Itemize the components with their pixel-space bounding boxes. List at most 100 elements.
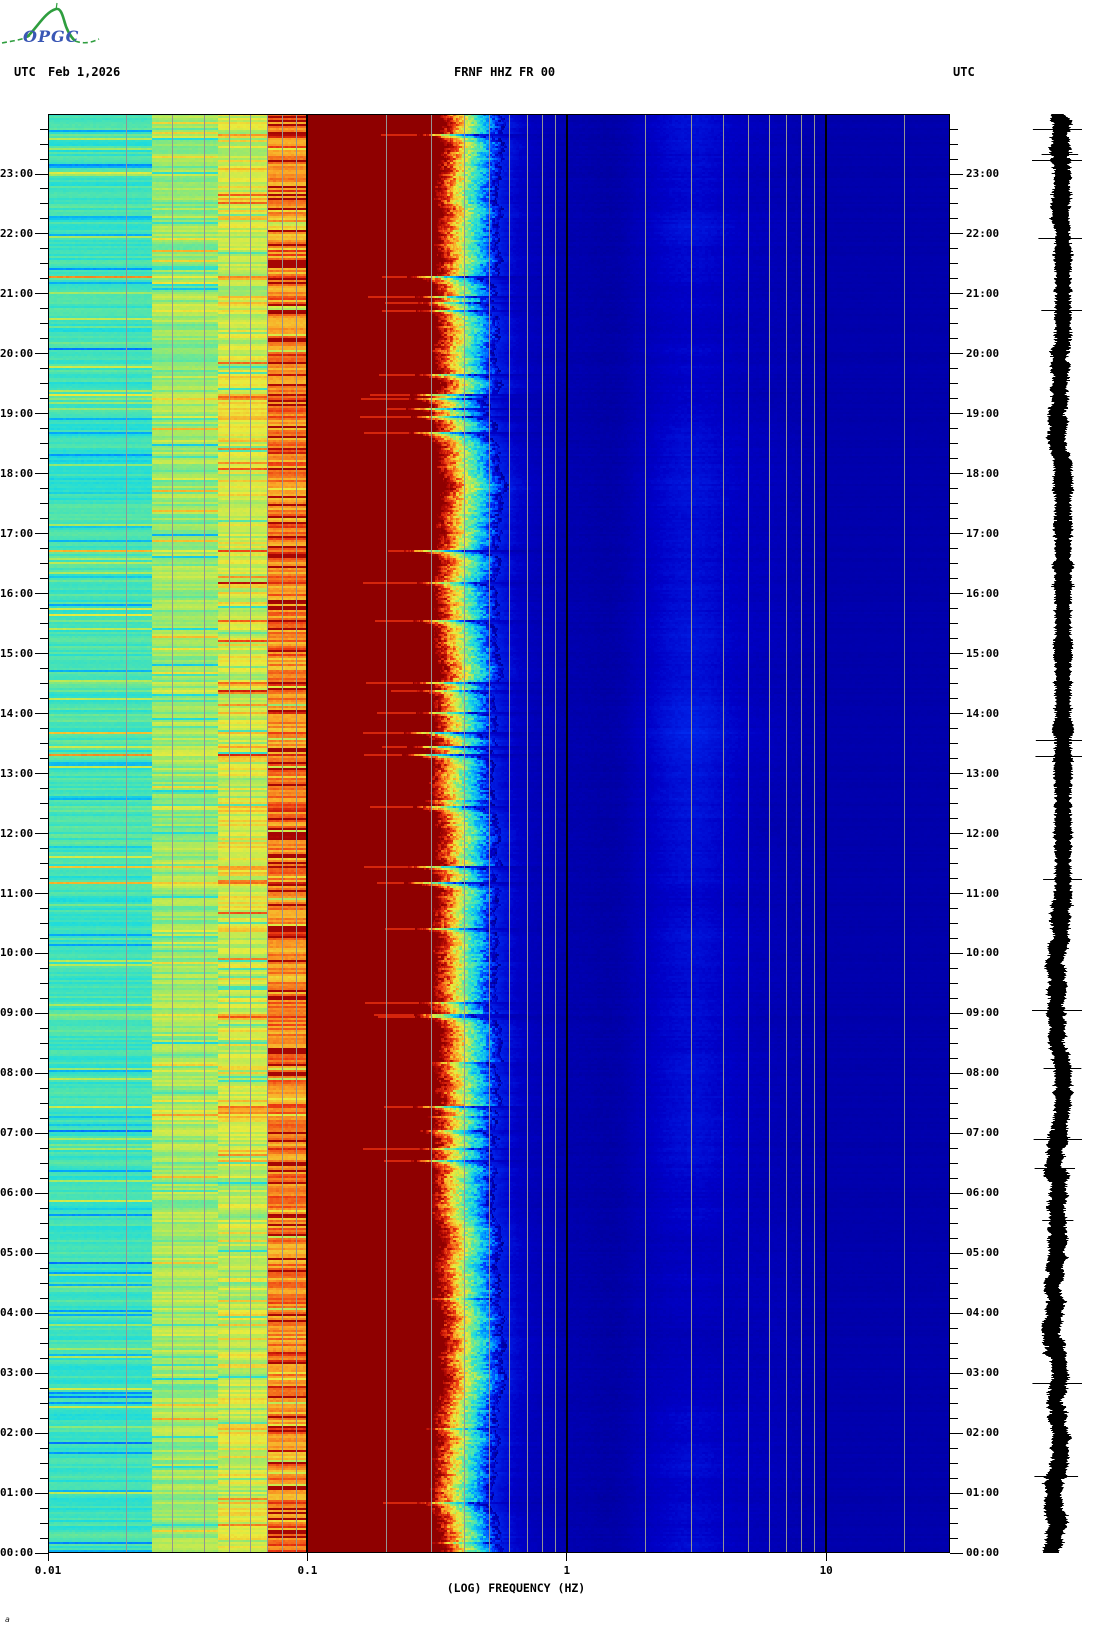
y-hour-tick-left [35,173,48,175]
y-hour-label-left: 11:00 [0,886,34,900]
y-minor-tick-left [40,578,48,580]
y-minor-tick-right [950,1087,958,1089]
y-minor-tick-left [40,967,48,969]
y-minor-tick-right [950,758,958,760]
y-hour-label-left: 19:00 [0,406,34,420]
y-hour-tick-right [950,593,963,595]
y-minor-tick-left [40,1042,48,1044]
y-hour-label-right: 13:00 [966,766,1000,780]
y-hour-label-right: 15:00 [966,646,1000,660]
y-minor-tick-left [40,1447,48,1449]
y-minor-tick-left [40,143,48,145]
y-minor-tick-right [950,218,958,220]
y-hour-tick-right [950,833,963,834]
opgc-logo: OPGC [1,2,100,46]
y-minor-tick-left [40,1222,48,1224]
y-hour-label-right: 04:00 [966,1306,1000,1320]
y-minor-tick-left [40,398,48,400]
y-hour-label-left: 13:00 [0,766,34,780]
y-minor-tick-right [950,878,958,879]
y-hour-label-right: 12:00 [966,826,1000,840]
y-minor-tick-right [950,698,958,700]
y-minor-tick-right [950,1522,958,1524]
y-hour-label-left: 17:00 [0,526,34,540]
y-minor-tick-left [40,1522,48,1524]
x-decade-tick [306,1553,308,1561]
y-hour-label-right: 08:00 [966,1066,1000,1080]
x-tick-label: 0.1 [297,1564,318,1577]
x-decade-tick [566,1553,568,1561]
y-minor-tick-right [950,203,958,205]
y-minor-tick-left [40,982,48,984]
y-hour-tick-left [35,353,48,355]
y-minor-tick-right [950,967,958,969]
y-hour-label-right: 18:00 [966,466,1000,480]
utc-left-label: UTC [14,65,36,79]
y-minor-tick-left [40,1147,48,1149]
y-minor-tick-left [40,698,48,700]
y-hour-tick-left [35,1192,48,1194]
y-hour-tick-right [950,713,963,715]
y-hour-label-right: 21:00 [966,286,1000,300]
y-hour-label-left: 07:00 [0,1126,34,1140]
y-hour-tick-left [35,413,48,415]
y-minor-tick-left [40,323,48,325]
y-hour-label-right: 23:00 [966,167,1000,180]
y-minor-tick-right [950,1102,958,1104]
y-minor-tick-right [950,398,958,400]
y-minor-tick-left [40,1357,48,1359]
y-minor-tick-right [950,1342,958,1344]
y-hour-tick-left [35,1252,48,1254]
y-minor-tick-right [950,143,958,145]
y-hour-tick-right [950,1252,963,1254]
y-minor-tick-left [40,818,48,819]
y-minor-tick-right [950,1357,958,1359]
y-minor-tick-right [950,848,958,849]
y-hour-tick-left [35,833,48,834]
y-hour-tick-right [950,1312,963,1314]
y-hour-label-left: 14:00 [0,706,34,720]
y-minor-tick-right [950,743,958,745]
y-hour-tick-left [35,653,48,655]
y-hour-label-right: 03:00 [966,1366,1000,1380]
y-hour-tick-left [35,533,48,535]
y-hour-tick-right [950,1492,963,1494]
y-minor-tick-right [950,922,958,924]
y-minor-tick-left [40,248,48,250]
y-minor-tick-right [950,683,958,685]
y-minor-tick-left [40,428,48,430]
y-minor-tick-left [40,503,48,505]
y-hour-tick-right [950,1372,963,1374]
y-minor-tick-left [40,848,48,849]
y-minor-tick-left [40,1237,48,1239]
y-minor-tick-right [950,428,958,430]
y-hour-tick-right [950,1132,963,1134]
y-hour-label-right: 17:00 [966,526,1000,540]
y-hour-tick-right [950,1192,963,1194]
y-minor-tick-left [40,1402,48,1404]
y-minor-tick-right [950,578,958,580]
y-hour-label-left: 04:00 [0,1306,34,1320]
y-minor-tick-right [950,818,958,819]
y-hour-tick-right [950,1432,963,1434]
y-minor-tick-right [950,982,958,984]
y-hour-label-right: 19:00 [966,406,1000,420]
y-minor-tick-right [950,788,958,789]
y-minor-tick-left [40,383,48,385]
y-hour-label-left: 01:00 [0,1486,34,1499]
y-minor-tick-left [40,758,48,760]
y-hour-tick-left [35,1012,48,1014]
y-minor-tick-left [40,1462,48,1464]
y-minor-tick-left [40,263,48,265]
y-hour-tick-left [35,1312,48,1314]
y-minor-tick-right [950,158,958,160]
y-minor-tick-right [950,1267,958,1269]
y-hour-tick-left [35,1132,48,1134]
y-minor-tick-left [40,668,48,670]
y-minor-tick-right [950,623,958,625]
y-hour-tick-left [35,1432,48,1434]
y-minor-tick-right [950,1207,958,1209]
y-minor-tick-left [40,458,48,460]
y-minor-tick-right [950,997,958,999]
y-hour-tick-left [35,713,48,715]
